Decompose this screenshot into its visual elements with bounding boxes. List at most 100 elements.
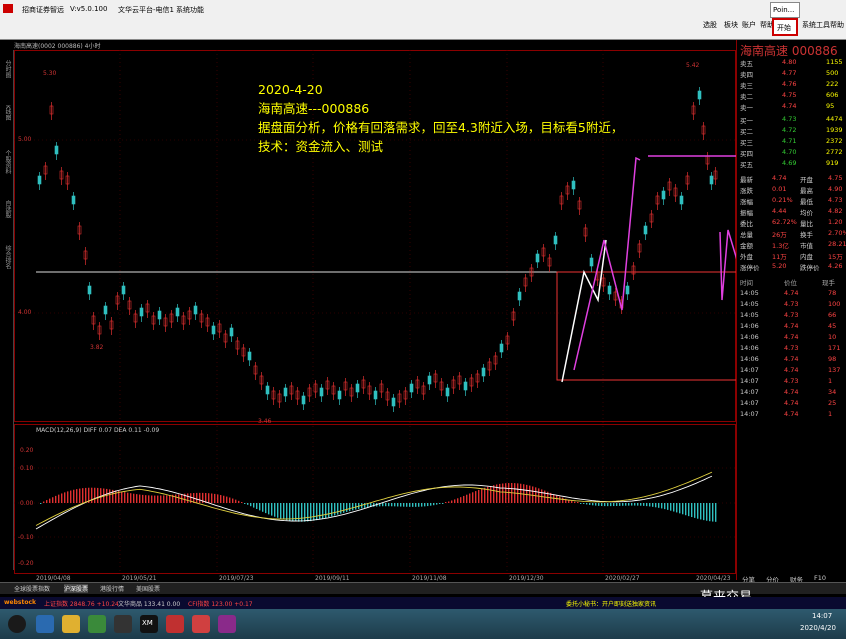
macd-bar: [313, 503, 315, 521]
trade-volume: 34: [828, 388, 837, 396]
macd-bar: [385, 503, 387, 507]
app-icon[interactable]: [114, 615, 132, 633]
macd-bar: [46, 500, 48, 503]
macd-bar: [421, 503, 423, 507]
macd-bar: [661, 503, 663, 509]
start-orb-icon[interactable]: [8, 615, 26, 633]
trade-volume: 137: [828, 366, 841, 374]
stock-app-icon[interactable]: [166, 615, 184, 633]
stat-value: 2.70%: [828, 229, 846, 237]
trade-time: 14:05: [740, 300, 759, 308]
folder-icon[interactable]: [62, 615, 80, 633]
stat-row: 外盘 11万 内盘 15万: [738, 251, 846, 262]
macd-bar: [445, 502, 447, 503]
taskbar-date: 2020/4/20: [800, 624, 836, 632]
macd-bar: [349, 503, 351, 512]
tab-hs-stocks[interactable]: 沪深股票: [64, 584, 89, 593]
macd-bar: [253, 503, 255, 508]
trade-time: 14:05: [740, 289, 759, 297]
macd-bar: [676, 503, 678, 513]
trade-time: 14:07: [740, 377, 759, 385]
trade-header-time: 时间: [740, 279, 753, 287]
macd-bar: [433, 503, 435, 506]
macd-bar: [316, 503, 318, 521]
macd-bar: [463, 495, 465, 503]
stat-label: 振幅: [740, 209, 753, 217]
stat-value: 1.3亿: [772, 242, 789, 250]
macd-bar: [631, 503, 633, 506]
macd-bar: [169, 495, 171, 503]
xm-icon[interactable]: XM: [140, 615, 158, 633]
macd-bar: [388, 503, 390, 507]
index-cfi: CFI指数 123.00 +0.17: [188, 601, 253, 608]
macd-bar: [310, 503, 312, 522]
macd-bar: [229, 497, 231, 503]
macd-bar: [634, 503, 636, 506]
trade-row: 14:06 4.74 45: [738, 322, 846, 333]
stat-row: 涨停价 5.20 跌停价 4.26: [738, 262, 846, 273]
macd-bar: [454, 499, 456, 503]
macd-bar: [355, 503, 357, 510]
trade-header-price: 价位: [784, 279, 797, 287]
macd-bar: [622, 503, 624, 506]
tab-hk-stocks[interactable]: 港股行情: [100, 584, 124, 593]
macd-bar: [625, 503, 627, 506]
app-icon[interactable]: [218, 615, 236, 633]
trade-time: 14:07: [740, 399, 759, 407]
stat-label: 开盘: [800, 176, 813, 184]
macd-bar: [457, 498, 459, 503]
macd-bar: [562, 497, 564, 503]
sell-volume: 500: [826, 69, 839, 77]
app-icon[interactable]: [88, 615, 106, 633]
trade-row: 14:07 4.73 1: [738, 377, 846, 388]
macd-bar: [121, 491, 123, 503]
stat-value: 28.21: [828, 240, 846, 248]
date-label: 2020/02/27: [605, 575, 640, 582]
macd-bar: [670, 503, 672, 511]
stock-app-icon[interactable]: [192, 615, 210, 633]
macd-bar: [40, 503, 42, 504]
macd-bar: [346, 503, 348, 512]
date-label: 2019/12/30: [509, 575, 544, 582]
candle-body: [355, 383, 360, 393]
stat-label: 最新: [740, 176, 753, 184]
candle-body: [37, 175, 42, 185]
candle-body: [193, 305, 198, 315]
ie-icon[interactable]: [36, 615, 54, 633]
macd-bar: [505, 483, 507, 503]
macd-bar: [319, 503, 321, 520]
stat-label: 外盘: [740, 253, 753, 261]
macd-bar: [583, 503, 585, 504]
macd-bar: [595, 503, 597, 506]
zone-box: [556, 271, 746, 381]
macd-bar: [535, 487, 537, 503]
macd-bar: [526, 484, 528, 503]
macd-bar: [682, 503, 684, 515]
candle-body: [211, 325, 216, 335]
candle-body: [589, 257, 594, 267]
stat-value: 4.74: [772, 174, 787, 182]
buy-volume: 919: [826, 159, 839, 167]
macd-bar: [217, 494, 219, 503]
macd-bar: [637, 503, 639, 506]
candle-body: [427, 375, 432, 385]
tab-global-index[interactable]: 全球股票指数: [14, 584, 50, 593]
macd-bar: [382, 503, 384, 507]
tab-us-stocks[interactable]: 美国股票: [136, 584, 160, 593]
trade-row: 14:06 4.73 171: [738, 344, 846, 355]
macd-bar: [532, 486, 534, 503]
stat-label: 均价: [800, 209, 813, 217]
stat-label: 金额: [740, 242, 753, 250]
sell-price: 4.75: [782, 91, 797, 99]
sell-label: 卖二: [740, 93, 753, 101]
macd-bar: [685, 503, 687, 516]
candle-body: [661, 190, 666, 200]
trade-price: 4.74: [784, 289, 799, 297]
macd-y-3: -0.10: [18, 534, 34, 541]
macd-bar: [187, 493, 189, 503]
macd-bar: [703, 503, 705, 521]
macd-bar: [619, 503, 621, 506]
macd-bar: [325, 503, 327, 519]
macd-bar: [130, 493, 132, 503]
macd-bar: [109, 489, 111, 503]
